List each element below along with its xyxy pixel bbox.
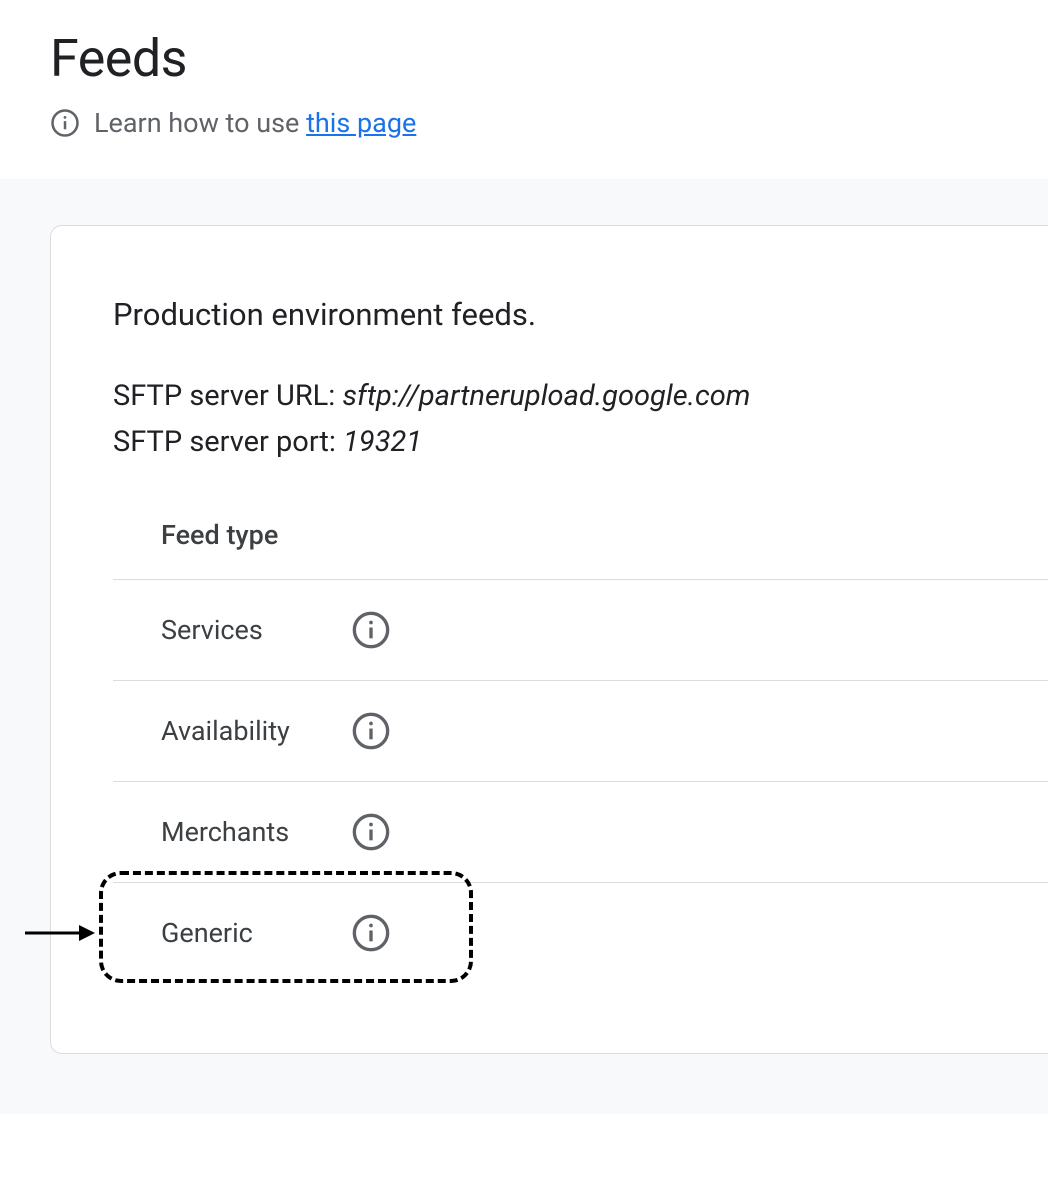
- sftp-port-label: SFTP server port:: [113, 425, 336, 459]
- feeds-card: Production environment feeds. SFTP serve…: [50, 225, 1048, 1054]
- feed-type-label: Availability: [161, 715, 351, 747]
- sftp-url-line: SFTP server URL: sftp://partnerupload.go…: [113, 379, 1048, 413]
- table-header-feed-type: Feed type: [113, 519, 1048, 579]
- table-row: Services: [113, 579, 1048, 680]
- learn-link[interactable]: this page: [306, 107, 416, 139]
- learn-prefix: Learn how to use: [94, 107, 299, 139]
- sftp-url-label: SFTP server URL:: [113, 379, 335, 413]
- learn-hint: Learn how to use this page: [50, 107, 998, 139]
- arrow-icon: [23, 921, 95, 945]
- feed-type-label: Generic: [161, 917, 351, 949]
- page-title: Feeds: [50, 28, 998, 89]
- sftp-port-line: SFTP server port: 19321: [113, 425, 1048, 459]
- info-icon[interactable]: [351, 812, 391, 852]
- learn-hint-text: Learn how to use this page: [94, 107, 416, 139]
- feed-type-label: Merchants: [161, 816, 351, 848]
- body-area: Production environment feeds. SFTP serve…: [0, 179, 1048, 1114]
- feed-type-label: Services: [161, 614, 351, 646]
- feed-type-table: Feed type Services Availability: [113, 519, 1048, 983]
- card-heading: Production environment feeds.: [113, 296, 1048, 333]
- page-header: Feeds Learn how to use this page: [0, 0, 1048, 179]
- info-icon: [50, 108, 80, 138]
- sftp-url-value: sftp://partnerupload.google.com: [343, 379, 751, 413]
- info-icon[interactable]: [351, 610, 391, 650]
- table-row: Merchants: [113, 781, 1048, 882]
- table-row: Availability: [113, 680, 1048, 781]
- info-icon[interactable]: [351, 913, 391, 953]
- sftp-port-value: 19321: [343, 425, 422, 459]
- info-icon[interactable]: [351, 711, 391, 751]
- table-row-generic: Generic: [113, 882, 1048, 983]
